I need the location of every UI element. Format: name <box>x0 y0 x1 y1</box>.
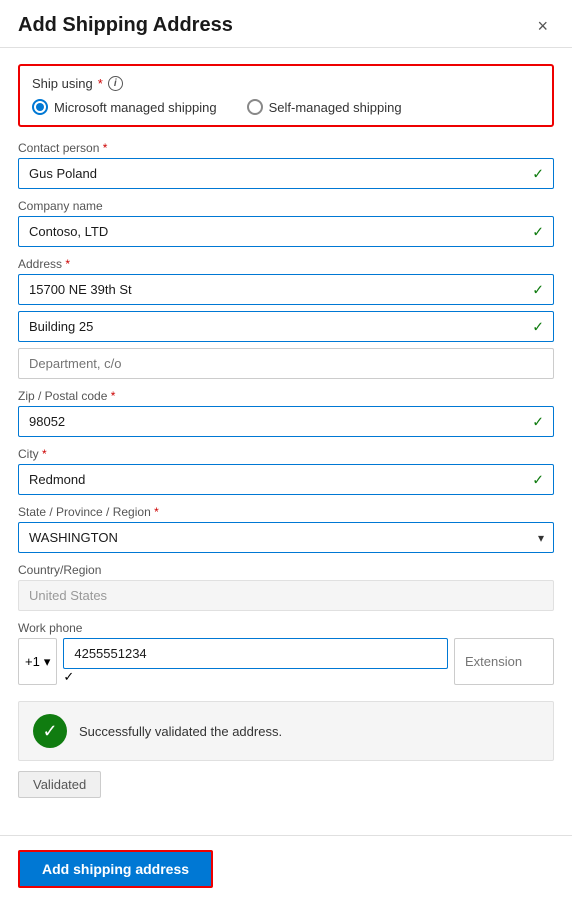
phone-check-icon: ✓ <box>63 669 74 684</box>
ship-using-radio-group: Microsoft managed shipping Self-managed … <box>32 99 540 115</box>
country-field: Country/Region <box>18 563 554 611</box>
address-label: Address * <box>18 257 554 271</box>
phone-country-select[interactable]: +1 ▾ <box>18 638 57 685</box>
address-line2-wrapper: ✓ <box>18 311 554 342</box>
radio-microsoft-circle <box>32 99 48 115</box>
phone-country-code: +1 <box>25 654 40 669</box>
ship-using-section: Ship using * i Microsoft managed shippin… <box>18 64 554 127</box>
modal-header: Add Shipping Address × <box>0 0 572 48</box>
address-field: Address * ✓ ✓ <box>18 257 554 379</box>
address-line1-input[interactable] <box>18 274 554 305</box>
city-check-icon: ✓ <box>532 471 544 488</box>
company-name-field: Company name ✓ <box>18 199 554 247</box>
radio-microsoft-label: Microsoft managed shipping <box>54 100 217 115</box>
radio-self-circle <box>247 99 263 115</box>
ship-using-required: * <box>98 76 103 91</box>
zip-wrapper: ✓ <box>18 406 554 437</box>
modal-title: Add Shipping Address <box>18 14 233 37</box>
company-name-wrapper: ✓ <box>18 216 554 247</box>
info-icon[interactable]: i <box>108 76 123 91</box>
radio-self[interactable]: Self-managed shipping <box>247 99 402 115</box>
address-line1-wrapper: ✓ <box>18 274 554 305</box>
ship-using-label: Ship using * i <box>32 76 540 91</box>
country-input <box>18 580 554 611</box>
city-field: City * ✓ <box>18 447 554 495</box>
state-field: State / Province / Region * WASHINGTON ▾ <box>18 505 554 553</box>
phone-number-input[interactable] <box>63 638 448 669</box>
zip-field: Zip / Postal code * ✓ <box>18 389 554 437</box>
zip-input[interactable] <box>18 406 554 437</box>
modal-container: Add Shipping Address × Ship using * i Mi… <box>0 0 572 902</box>
company-name-label: Company name <box>18 199 554 213</box>
phone-country-chevron-icon: ▾ <box>44 654 51 670</box>
contact-person-check-icon: ✓ <box>532 165 544 182</box>
validation-box: ✓ Successfully validated the address. <box>18 701 554 761</box>
radio-microsoft[interactable]: Microsoft managed shipping <box>32 99 217 115</box>
zip-check-icon: ✓ <box>532 413 544 430</box>
work-phone-field: Work phone +1 ▾ ✓ <box>18 621 554 685</box>
address-line3-wrapper <box>18 348 554 379</box>
validation-check-circle: ✓ <box>33 714 67 748</box>
country-label: Country/Region <box>18 563 554 577</box>
validated-button[interactable]: Validated <box>18 771 101 798</box>
validation-message: Successfully validated the address. <box>79 724 282 739</box>
modal-body: Ship using * i Microsoft managed shippin… <box>0 48 572 835</box>
state-label: State / Province / Region * <box>18 505 554 519</box>
address-line3-input[interactable] <box>18 348 554 379</box>
work-phone-label: Work phone <box>18 621 554 635</box>
city-label: City * <box>18 447 554 461</box>
validation-check-icon: ✓ <box>42 722 57 740</box>
state-select-wrapper: WASHINGTON ▾ <box>18 522 554 553</box>
modal-footer: Add shipping address <box>0 835 572 902</box>
add-shipping-address-button[interactable]: Add shipping address <box>18 850 213 888</box>
city-input[interactable] <box>18 464 554 495</box>
address-line2-check-icon: ✓ <box>532 318 544 335</box>
close-button[interactable]: × <box>531 15 554 37</box>
extension-input[interactable] <box>454 638 554 685</box>
city-wrapper: ✓ <box>18 464 554 495</box>
company-name-input[interactable] <box>18 216 554 247</box>
address-line2-input[interactable] <box>18 311 554 342</box>
company-name-check-icon: ✓ <box>532 223 544 240</box>
phone-number-wrapper: ✓ <box>63 638 448 685</box>
contact-person-label: Contact person * <box>18 141 554 155</box>
address-line1-check-icon: ✓ <box>532 281 544 298</box>
contact-person-wrapper: ✓ <box>18 158 554 189</box>
state-select[interactable]: WASHINGTON <box>18 522 554 553</box>
phone-row: +1 ▾ ✓ <box>18 638 554 685</box>
zip-label: Zip / Postal code * <box>18 389 554 403</box>
radio-self-label: Self-managed shipping <box>269 100 402 115</box>
contact-person-input[interactable] <box>18 158 554 189</box>
contact-person-field: Contact person * ✓ <box>18 141 554 189</box>
